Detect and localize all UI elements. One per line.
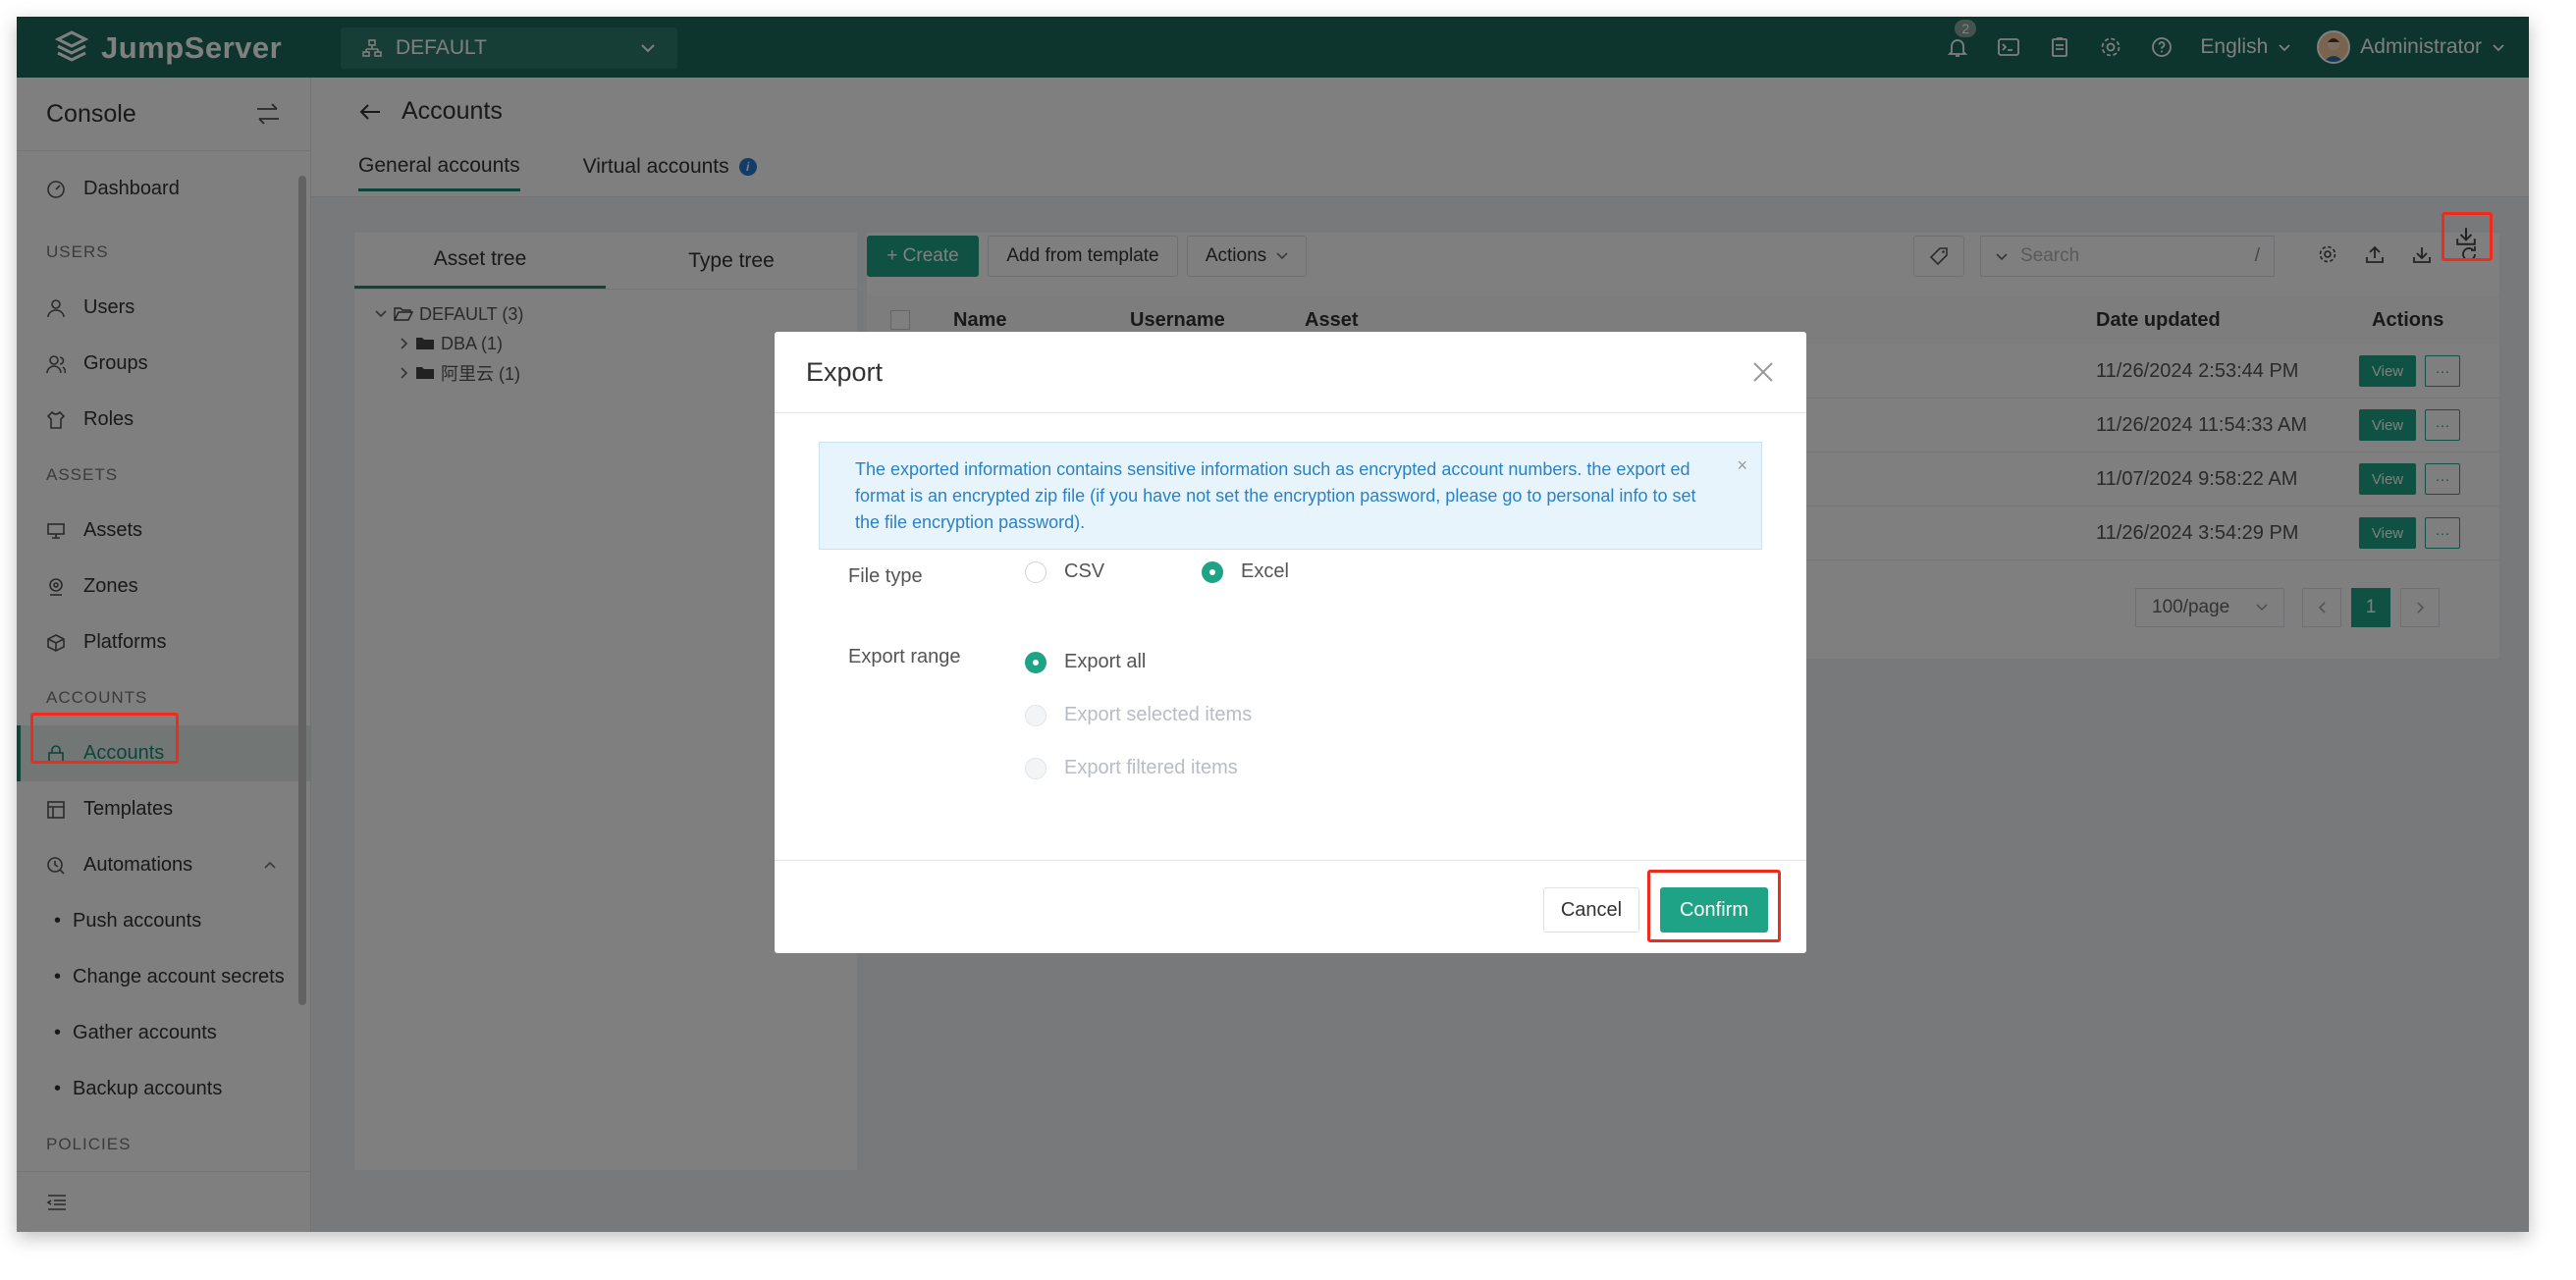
dialog-header: Export xyxy=(775,332,1806,413)
radio-label: Export all xyxy=(1064,651,1147,672)
radio-export-filtered[interactable]: Export filtered items xyxy=(1025,757,1238,779)
export-button-highlighted[interactable] xyxy=(2455,225,2479,248)
download-icon xyxy=(2456,228,2476,245)
radio-excel[interactable]: Excel xyxy=(1202,560,1289,583)
dialog-title: Export xyxy=(806,356,884,387)
radio-circle xyxy=(1202,560,1223,583)
radio-circle xyxy=(1025,560,1046,583)
export-range-label: Export range xyxy=(848,646,961,667)
sensitive-info-alert: The exported information contains sensit… xyxy=(819,442,1762,550)
highlight-confirm-button xyxy=(1647,870,1781,942)
highlight-accounts-menu xyxy=(30,713,179,764)
alert-close-icon[interactable]: × xyxy=(1737,453,1747,479)
radio-export-selected[interactable]: Export selected items xyxy=(1025,704,1252,726)
radio-circle xyxy=(1025,704,1046,726)
export-dialog: Export The exported information contains… xyxy=(775,332,1806,953)
radio-csv[interactable]: CSV xyxy=(1025,560,1104,583)
radio-label: Export filtered items xyxy=(1064,757,1238,778)
radio-label: CSV xyxy=(1064,560,1105,582)
radio-circle xyxy=(1025,757,1046,779)
radio-export-all[interactable]: Export all xyxy=(1025,651,1146,673)
alert-text: The exported information contains sensit… xyxy=(855,459,1696,532)
cancel-button[interactable]: Cancel xyxy=(1543,887,1639,933)
radio-label: Excel xyxy=(1241,560,1289,582)
radio-circle xyxy=(1025,651,1046,673)
close-icon[interactable] xyxy=(1751,360,1775,384)
file-type-label: File type xyxy=(848,565,923,587)
radio-label: Export selected items xyxy=(1064,704,1253,725)
app-window: JumpServer DEFAULT 2 xyxy=(17,17,2529,1232)
